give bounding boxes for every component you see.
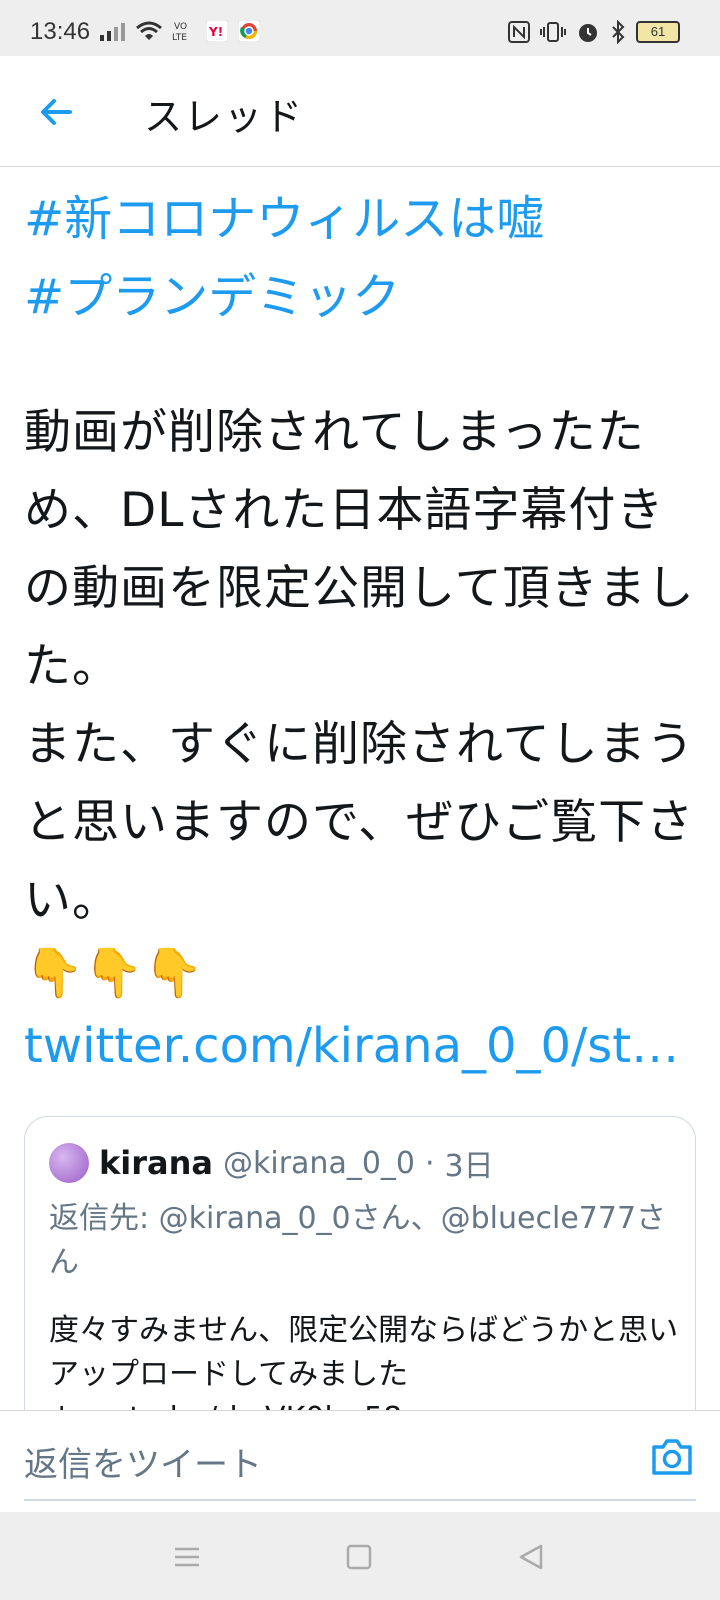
quoted-tweet-card[interactable]: kirana @kirana_0_0 · 3日 返信先: @kirana_0_0…	[24, 1116, 696, 1438]
avatar[interactable]	[49, 1143, 89, 1183]
back-arrow-icon[interactable]	[36, 92, 76, 132]
reply-to-line: 返信先: @kirana_0_0さん、@bluecle777さん	[49, 1201, 667, 1280]
reply-bar: 返信をツイート	[0, 1410, 720, 1503]
separator-dot: ·	[425, 1145, 435, 1181]
yahoo-app-icon: Y!	[206, 20, 228, 42]
status-time: 13:46	[30, 18, 91, 45]
tweet-link[interactable]: twitter.com/kirana_0_0/sta…	[24, 1006, 700, 1086]
quoted-tweet-author-name: kirana	[99, 1144, 213, 1182]
wifi-icon	[136, 21, 162, 40]
system-nav-bar	[0, 1512, 720, 1600]
pointing-down-emojis: 👇👇👇	[24, 945, 204, 1001]
svg-text:LTE: LTE	[172, 33, 187, 42]
status-left-icons: VO LTE Y!	[100, 20, 260, 42]
volte-icon: VO LTE	[172, 22, 187, 42]
page-title: スレッド	[144, 95, 305, 139]
reply-input-underline	[24, 1499, 696, 1501]
camera-icon[interactable]	[648, 1433, 696, 1481]
vibrate-icon	[540, 22, 566, 42]
status-right-icons: 61	[508, 20, 680, 44]
hashtag-link[interactable]: #プランデミック	[24, 258, 700, 336]
nfc-icon	[508, 21, 530, 43]
chrome-app-icon	[238, 20, 260, 42]
quoted-tweet-header: kirana @kirana_0_0 · 3日	[49, 1141, 494, 1185]
svg-text:VO: VO	[174, 22, 187, 32]
quoted-tweet-time: 3日	[444, 1149, 494, 1184]
signal-icon	[100, 23, 125, 41]
alarm-icon	[579, 24, 597, 42]
menu-icon[interactable]	[172, 1542, 202, 1572]
bluetooth-icon	[612, 20, 625, 44]
battery-icon: 61	[636, 21, 680, 43]
quoted-tweet-handle: @kirana_0_0	[223, 1145, 415, 1181]
svg-text:Y!: Y!	[208, 25, 223, 39]
hashtags: #新コロナウィルスは嘘 #プランデミック	[24, 180, 700, 336]
tweet-content: #新コロナウィルスは嘘 #プランデミック 動画が削除されてしまったため、DLされ…	[24, 180, 700, 1086]
quoted-tweet-body: 度々すみません、限定公開ならばどうかと思いアップロードしてみました	[49, 1313, 679, 1392]
reply-input[interactable]: 返信をツイート	[24, 1437, 262, 1486]
top-bar: スレッド	[0, 56, 720, 167]
home-icon[interactable]	[344, 1542, 374, 1572]
back-nav-icon[interactable]	[516, 1542, 546, 1572]
status-bar: 13:46 VO LTE Y! 61	[0, 0, 720, 56]
tweet-body: 動画が削除されてしまったため、DLされた日本語字幕付きの動画を限定公開して頂きま…	[24, 405, 695, 928]
hashtag-link[interactable]: #新コロナウィルスは嘘	[24, 180, 700, 258]
